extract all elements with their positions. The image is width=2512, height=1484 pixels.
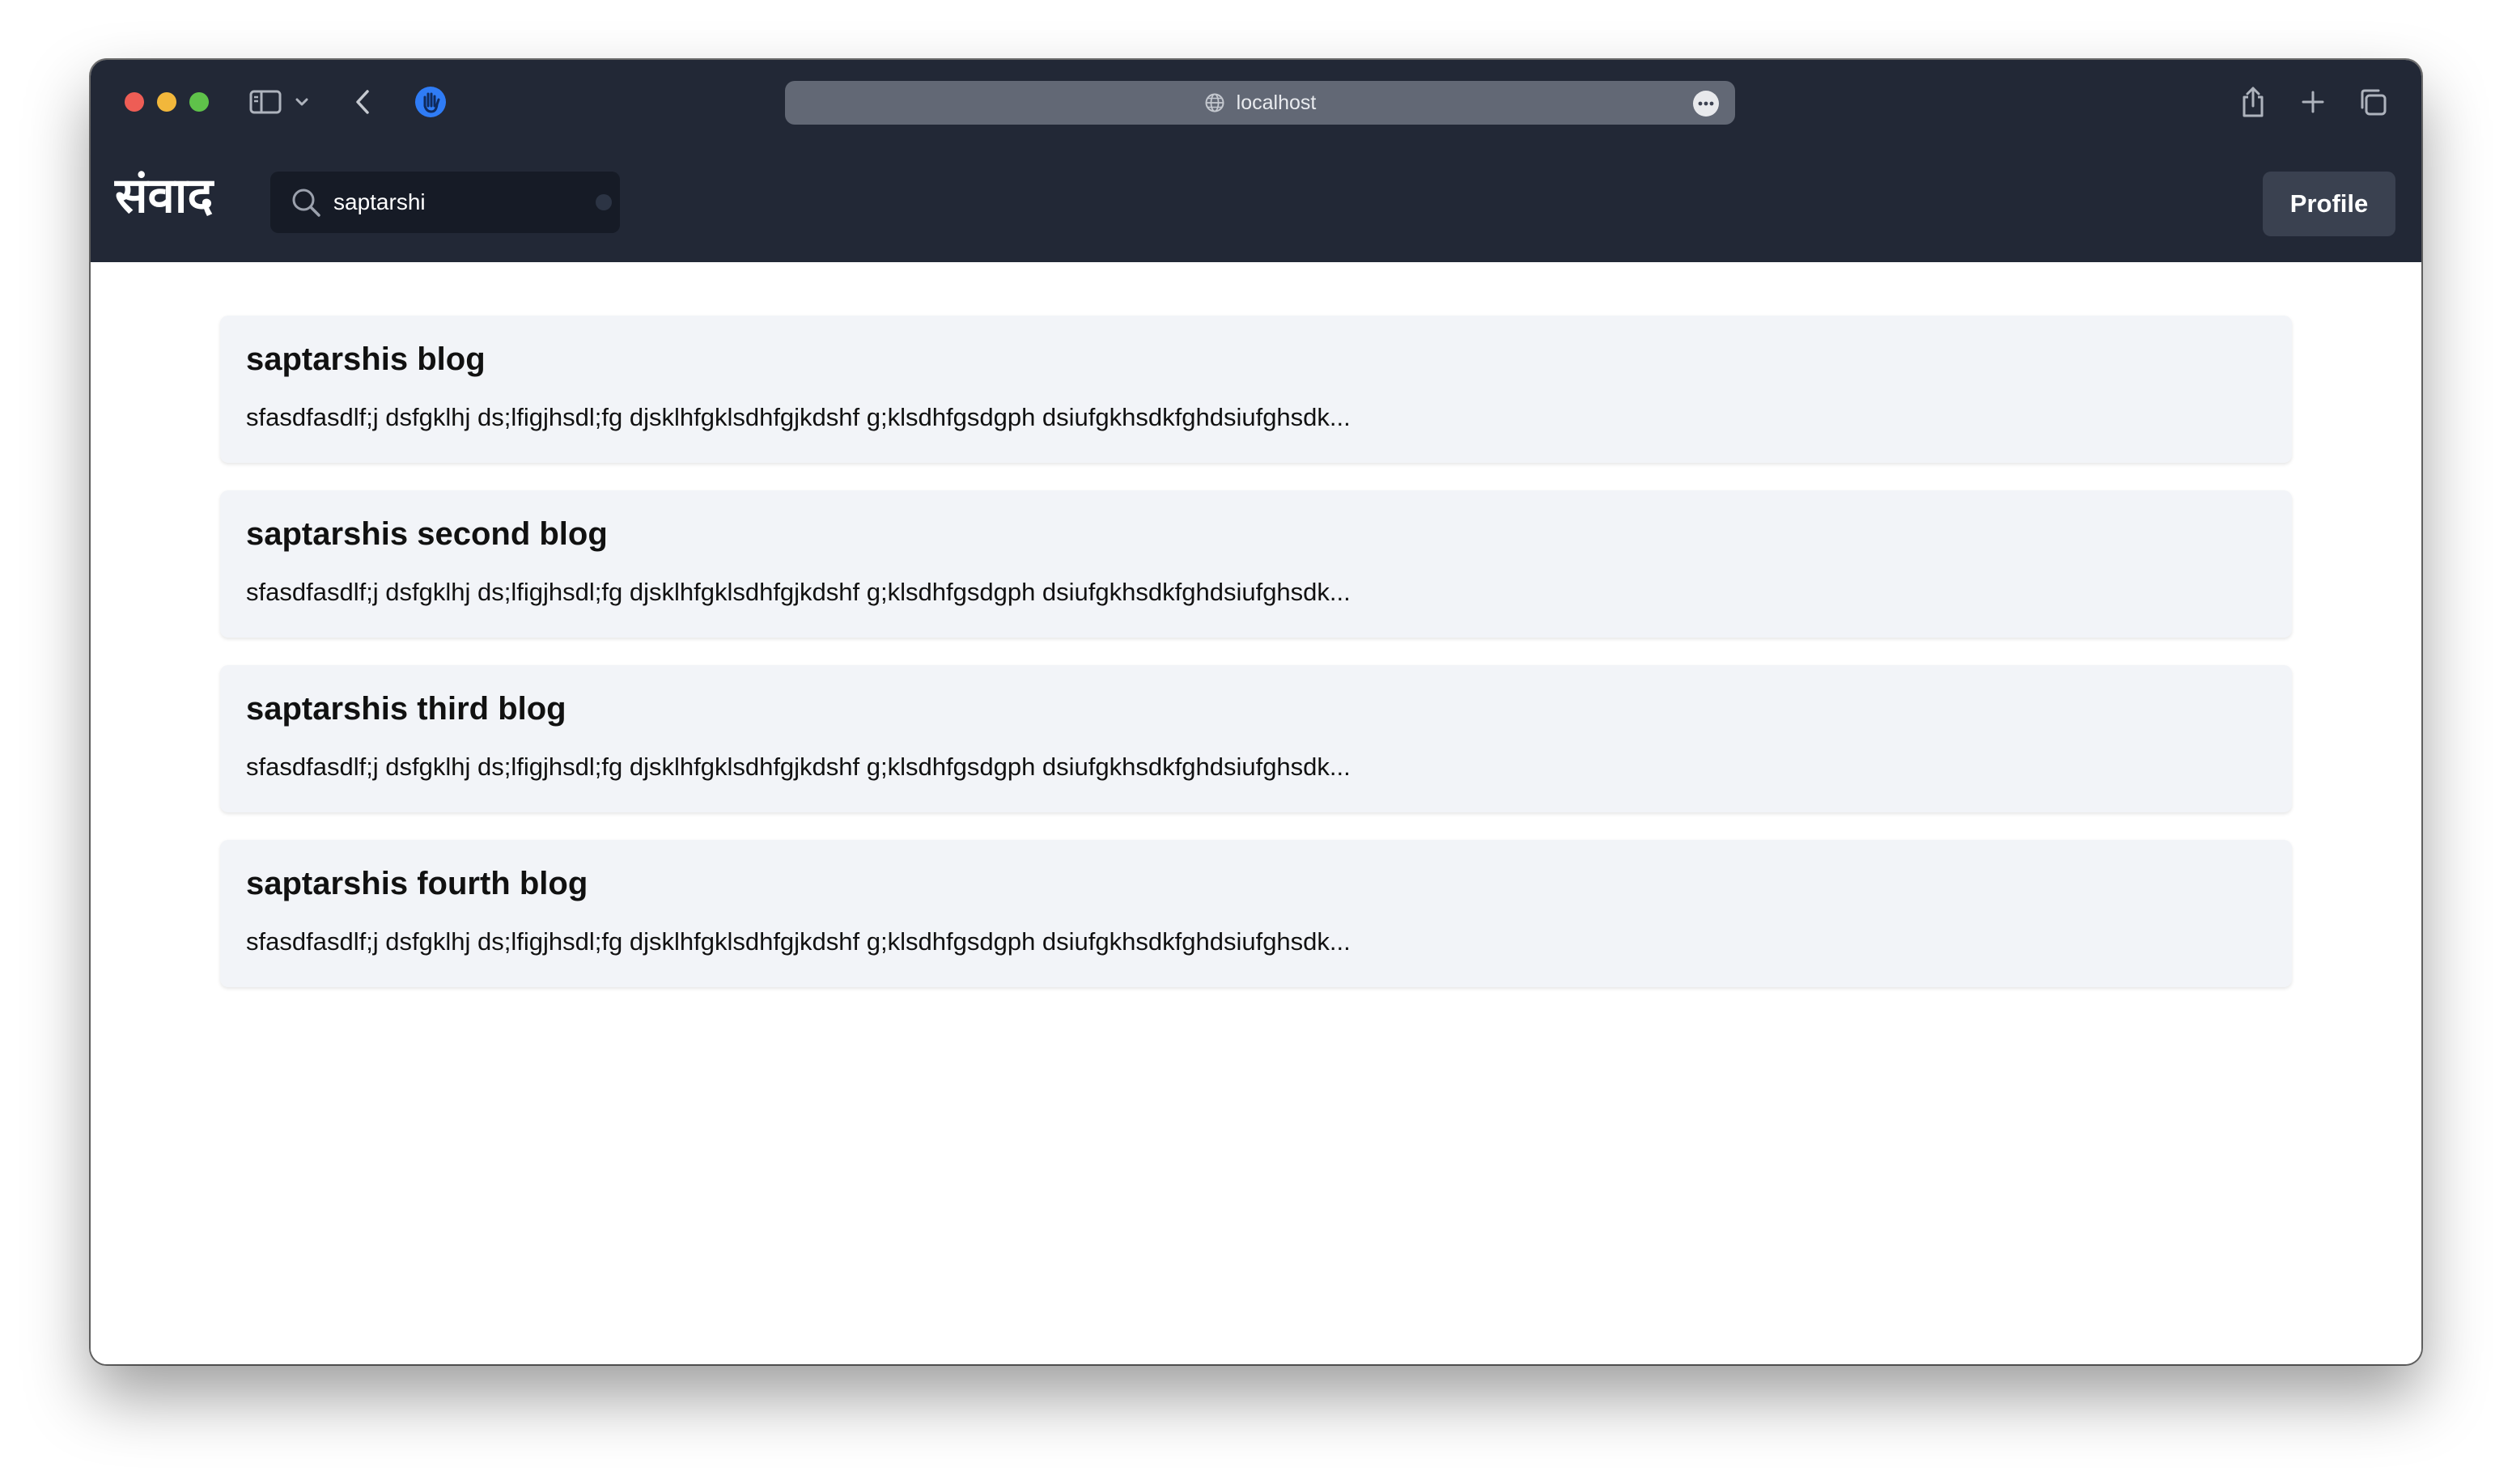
blog-excerpt: sfasdfasdlf;j dsfgklhj ds;lfigjhsdl;fg d… [246, 403, 1351, 431]
blog-list: saptarshis blog sfasdfasdlf;j dsfgklhj d… [220, 316, 2292, 1015]
clear-search-icon[interactable] [596, 194, 612, 210]
desktop-background: localhost संवाद saptarshi Profile saptar… [0, 0, 2512, 1484]
search-icon [292, 189, 320, 217]
blog-excerpt: sfasdfasdlf;j dsfgklhj ds;lfigjhsdl;fg d… [246, 753, 1351, 781]
blog-title[interactable]: saptarshis second blog [246, 516, 608, 553]
shield-hand-icon[interactable] [411, 86, 450, 118]
zoom-window-button[interactable] [189, 92, 209, 112]
minimize-window-button[interactable] [157, 92, 176, 112]
blog-card[interactable]: saptarshis second blog sfasdfasdlf;j dsf… [220, 490, 2292, 638]
browser-toolbar: localhost [91, 60, 2421, 144]
blog-title[interactable]: saptarshis third blog [246, 691, 566, 727]
main-content: saptarshis blog sfasdfasdlf;j dsfgklhj d… [91, 262, 2421, 1364]
chevron-down-icon[interactable] [293, 86, 311, 118]
blog-card[interactable]: saptarshis blog sfasdfasdlf;j dsfgklhj d… [220, 316, 2292, 463]
blog-card[interactable]: saptarshis third blog sfasdfasdlf;j dsfg… [220, 665, 2292, 812]
blog-title[interactable]: saptarshis fourth blog [246, 866, 588, 902]
ellipsis-icon[interactable] [1693, 91, 1719, 117]
app-navbar: संवाद Profile [91, 144, 2421, 262]
chevron-left-icon [356, 90, 369, 114]
profile-button[interactable]: Profile [2263, 172, 2395, 236]
plus-icon[interactable] [2297, 86, 2329, 118]
blog-excerpt: sfasdfasdlf;j dsfgklhj ds;lfigjhsdl;fg d… [246, 927, 1351, 956]
blog-excerpt: sfasdfasdlf;j dsfgklhj ds;lfigjhsdl;fg d… [246, 578, 1351, 606]
tabs-overview-icon[interactable] [2357, 86, 2389, 118]
sidebar-icon[interactable] [248, 86, 283, 118]
share-icon[interactable] [2237, 86, 2269, 118]
globe-icon [1205, 93, 1224, 112]
close-window-button[interactable] [125, 92, 144, 112]
blog-card[interactable]: saptarshis fourth blog sfasdfasdlf;j dsf… [220, 840, 2292, 987]
browser-window: localhost संवाद saptarshi Profile saptar… [91, 60, 2421, 1364]
search-box[interactable] [270, 172, 620, 233]
url-text: localhost [1236, 91, 1317, 114]
address-bar[interactable]: localhost [785, 81, 1735, 125]
blog-title[interactable]: saptarshis blog [246, 341, 486, 378]
brand-logo[interactable]: संवाद [115, 167, 213, 225]
search-input[interactable] [333, 183, 584, 222]
back-button[interactable] [350, 86, 376, 118]
